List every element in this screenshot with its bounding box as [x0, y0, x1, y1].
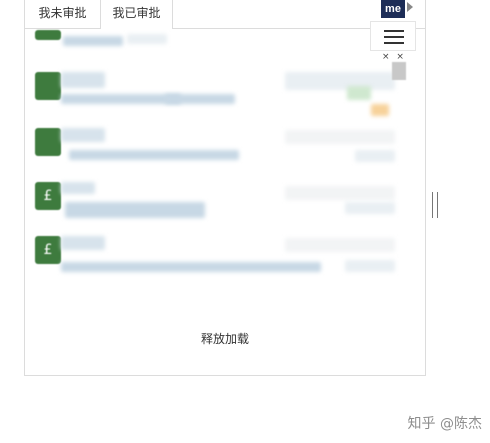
approval-panel: 我未审批 我已审批 £ £ 释放加载 me × ×: [24, 0, 426, 376]
close-marks[interactable]: × ×: [382, 52, 406, 62]
list-item[interactable]: [35, 72, 405, 122]
tab-pending[interactable]: 我未审批: [25, 0, 101, 28]
tab-approved[interactable]: 我已审批: [101, 0, 173, 29]
watermark: 知乎 @陈杰: [407, 416, 482, 432]
list-item[interactable]: [35, 28, 405, 78]
release-to-load-label: 释放加载: [200, 332, 249, 346]
expand-arrow-icon[interactable]: [407, 2, 413, 12]
resize-handle[interactable]: [432, 192, 438, 218]
avatar: [35, 72, 61, 100]
toolbar-placeholder-icon: [392, 62, 406, 80]
app-logo-icon[interactable]: me: [381, 0, 405, 18]
avatar: £: [35, 182, 61, 210]
avatar: [35, 128, 61, 156]
avatar: [35, 30, 61, 40]
list-item[interactable]: £: [35, 182, 405, 232]
avatar: £: [35, 236, 61, 264]
hamburger-icon: [384, 30, 404, 32]
list-item[interactable]: [35, 128, 405, 178]
tab-bar: 我未审批 我已审批: [25, 0, 425, 29]
list-item[interactable]: £: [35, 236, 405, 286]
menu-button[interactable]: [370, 21, 416, 51]
